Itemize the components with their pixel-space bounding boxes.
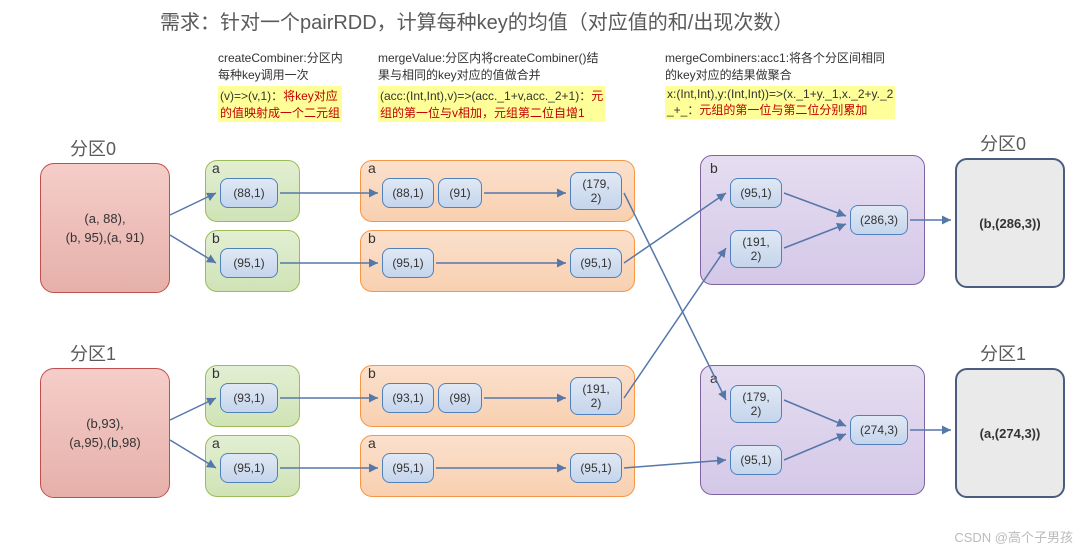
purple-b-out: (286,3) (850, 205, 908, 235)
green-p1-b-key: b (212, 365, 220, 381)
green-p0-a-node: (88,1) (220, 178, 278, 208)
orange-p1-b-n1: (93,1) (382, 383, 434, 413)
orange-p0-a-out: (179,2) (570, 172, 622, 210)
col-mergeValue-desc: mergeValue:分区内将createCombiner()结果与相同的key… (378, 50, 599, 84)
green-p1-a-node: (95,1) (220, 453, 278, 483)
output1-box: (a,(274,3)) (955, 368, 1065, 498)
diagram-title: 需求：针对一个pairRDD，计算每种key的均值（对应值的和/出现次数） (160, 6, 793, 35)
orange-p1-a-n1: (95,1) (382, 453, 434, 483)
col-createCombiner-desc: createCombiner:分区内每种key调用一次 (218, 50, 343, 84)
purple-a-key: a (710, 370, 718, 386)
green-p1-a-key: a (212, 435, 220, 451)
output0-box: (b,(286,3)) (955, 158, 1065, 288)
partition0-label: 分区0 (70, 135, 116, 161)
partition1-label: 分区1 (70, 340, 116, 366)
code-a: (v)=>(v,1)： (220, 89, 283, 103)
purple-b-n1: (95,1) (730, 178, 782, 208)
orange-p1-a-out: (95,1) (570, 453, 622, 483)
purple-a-out: (274,3) (850, 415, 908, 445)
col-mergeCombiners-desc: mergeCombiners:acc1:将各个分区间相同的key对应的结果做聚合 (665, 50, 885, 84)
orange-p1-b-n2: (98) (438, 383, 482, 413)
green-p0-b-key: b (212, 230, 220, 246)
purple-a-n2: (95,1) (730, 445, 782, 475)
orange-p1-b-out: (191,2) (570, 377, 622, 415)
purple-b-n2: (191,2) (730, 230, 782, 268)
orange-p0-a-n2: (91) (438, 178, 482, 208)
code-b: 元组的第一位与第二位分别累加 (699, 103, 867, 117)
green-p0-b-node: (95,1) (220, 248, 278, 278)
output0-label: 分区0 (980, 130, 1026, 156)
orange-p1-a-key: a (368, 435, 376, 451)
code-a: (acc:(Int,Int),v)=>(acc._1+v,acc._2+1)： (380, 89, 591, 103)
output1-label: 分区1 (980, 340, 1026, 366)
orange-p1-b-key: b (368, 365, 376, 381)
partition0-input: (a, 88),(b, 95),(a, 91) (40, 163, 170, 293)
watermark: CSDN @高个子男孩 (954, 527, 1073, 546)
purple-a-n1: (179,2) (730, 385, 782, 423)
col-mergeValue-code: (acc:(Int,Int),v)=>(acc._1+v,acc._2+1)：元… (378, 86, 605, 122)
partition1-input: (b,93),(a,95),(b,98) (40, 368, 170, 498)
orange-p0-b-out: (95,1) (570, 248, 622, 278)
green-p0-a-key: a (212, 160, 220, 176)
col-createCombiner-code: (v)=>(v,1)：将key对应的值映射成一个二元组 (218, 86, 342, 122)
green-p1-b-node: (93,1) (220, 383, 278, 413)
orange-p0-b-key: b (368, 230, 376, 246)
col-mergeCombiners-code: x:(Int,Int),y:(Int,Int))=>(x._1+y._1,x._… (665, 86, 895, 119)
orange-p0-b-n1: (95,1) (382, 248, 434, 278)
orange-p0-a-key: a (368, 160, 376, 176)
purple-b-key: b (710, 160, 718, 176)
orange-p0-a-n1: (88,1) (382, 178, 434, 208)
